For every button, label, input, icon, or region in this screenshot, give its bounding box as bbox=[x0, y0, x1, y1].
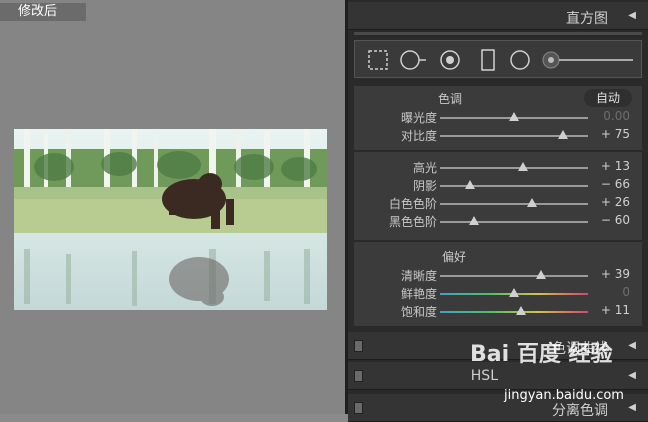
radial-filter-icon[interactable] bbox=[509, 49, 531, 71]
toggle-icon[interactable] bbox=[354, 340, 363, 352]
presence-title: 偏好 bbox=[442, 250, 467, 264]
bear-photo bbox=[14, 129, 327, 310]
left-triangle-icon[interactable]: ◀ bbox=[628, 340, 636, 351]
watermark-url: jingyan.baidu.com bbox=[504, 388, 624, 403]
histogram-header[interactable]: 直方图 ◀ bbox=[348, 2, 648, 30]
slider-row[interactable]: 饱和度 + 11 bbox=[354, 302, 642, 320]
slider-track[interactable] bbox=[440, 275, 588, 277]
toggle-icon[interactable] bbox=[354, 402, 363, 414]
adjustment-brush-icon[interactable] bbox=[541, 49, 637, 71]
slider-thumb[interactable] bbox=[516, 306, 527, 315]
slider-track[interactable] bbox=[440, 203, 588, 205]
slider-thumb[interactable] bbox=[509, 112, 519, 121]
slider-label: 清晰度 bbox=[400, 269, 437, 283]
slider-thumb[interactable] bbox=[464, 180, 475, 189]
slider-label: 对比度 bbox=[400, 129, 437, 143]
left-triangle-icon[interactable]: ◀ bbox=[628, 370, 636, 381]
slider-value[interactable]: − 66 bbox=[601, 177, 630, 191]
tone-section: 色调 自动 曝光度 0.00 对比度 + 75 bbox=[354, 86, 642, 150]
after-label: 修改后 bbox=[0, 3, 86, 21]
left-triangle-icon[interactable]: ◀ bbox=[628, 10, 636, 21]
slider-thumb[interactable] bbox=[557, 130, 568, 139]
slider-label: 曝光度 bbox=[400, 111, 437, 125]
watermark-logo: Bai 百度 经验 bbox=[470, 342, 613, 367]
presence-section: 偏好 清晰度 + 39 鲜艳度 0 饱和度 + 11 bbox=[354, 242, 642, 326]
slider-thumb[interactable] bbox=[535, 270, 546, 279]
slider-row[interactable]: 鲜艳度 0 bbox=[354, 284, 642, 302]
slider-track[interactable] bbox=[440, 221, 588, 223]
slider-value[interactable]: − 60 bbox=[601, 213, 630, 227]
slider-label: 饱和度 bbox=[400, 305, 437, 319]
slider-value[interactable]: + 13 bbox=[601, 159, 630, 173]
slider-value[interactable]: + 75 bbox=[601, 127, 630, 141]
slider-label: 白色色阶 bbox=[388, 197, 437, 211]
slider-label: 鲜艳度 bbox=[400, 287, 437, 301]
slider-thumb[interactable] bbox=[517, 162, 528, 171]
split-toning-label: 分离色调 bbox=[552, 403, 608, 419]
photo-canvas-area: 修改后 bbox=[0, 0, 345, 414]
slider-value[interactable]: 0 bbox=[622, 285, 630, 299]
histogram-strip bbox=[354, 32, 642, 35]
slider-value[interactable]: + 11 bbox=[601, 303, 630, 317]
slider-label: 黑色色阶 bbox=[388, 215, 437, 229]
auto-button[interactable]: 自动 bbox=[584, 89, 632, 107]
slider-row[interactable]: 白色色阶 + 26 bbox=[354, 194, 642, 212]
light-section: 高光 + 13 阴影 − 66 白色色阶 + 26 黑色色阶 − 60 bbox=[354, 152, 642, 240]
slider-row[interactable]: 高光 + 13 bbox=[354, 158, 642, 176]
slider-value[interactable]: + 39 bbox=[601, 267, 630, 281]
slider-track[interactable] bbox=[440, 167, 588, 169]
slider-row[interactable]: 阴影 − 66 bbox=[354, 176, 642, 194]
slider-value[interactable]: 0.00 bbox=[603, 109, 630, 123]
crop-tool-icon[interactable] bbox=[367, 49, 389, 71]
left-triangle-icon[interactable]: ◀ bbox=[628, 402, 636, 413]
spot-removal-icon[interactable] bbox=[399, 49, 429, 71]
slider-row[interactable]: 黑色色阶 − 60 bbox=[354, 212, 642, 230]
slider-label: 阴影 bbox=[412, 179, 437, 193]
slider-track[interactable] bbox=[440, 185, 588, 187]
graduated-filter-icon[interactable] bbox=[477, 49, 499, 71]
slider-track[interactable] bbox=[440, 311, 588, 313]
hsl-label: HSL bbox=[470, 368, 498, 384]
slider-row[interactable]: 对比度 + 75 bbox=[354, 126, 642, 144]
slider-label: 高光 bbox=[412, 161, 437, 175]
toggle-icon[interactable] bbox=[354, 370, 363, 382]
slider-row[interactable]: 清晰度 + 39 bbox=[354, 266, 642, 284]
slider-thumb[interactable] bbox=[526, 198, 537, 207]
tone-title: 色调 bbox=[438, 92, 463, 106]
slider-value[interactable]: + 26 bbox=[601, 195, 630, 209]
histogram-label: 直方图 bbox=[566, 11, 608, 27]
slider-thumb[interactable] bbox=[509, 288, 519, 297]
slider-thumb[interactable] bbox=[469, 216, 480, 225]
slider-row[interactable]: 曝光度 0.00 bbox=[354, 108, 642, 126]
red-eye-icon[interactable] bbox=[439, 49, 461, 71]
tool-strip bbox=[354, 40, 642, 78]
